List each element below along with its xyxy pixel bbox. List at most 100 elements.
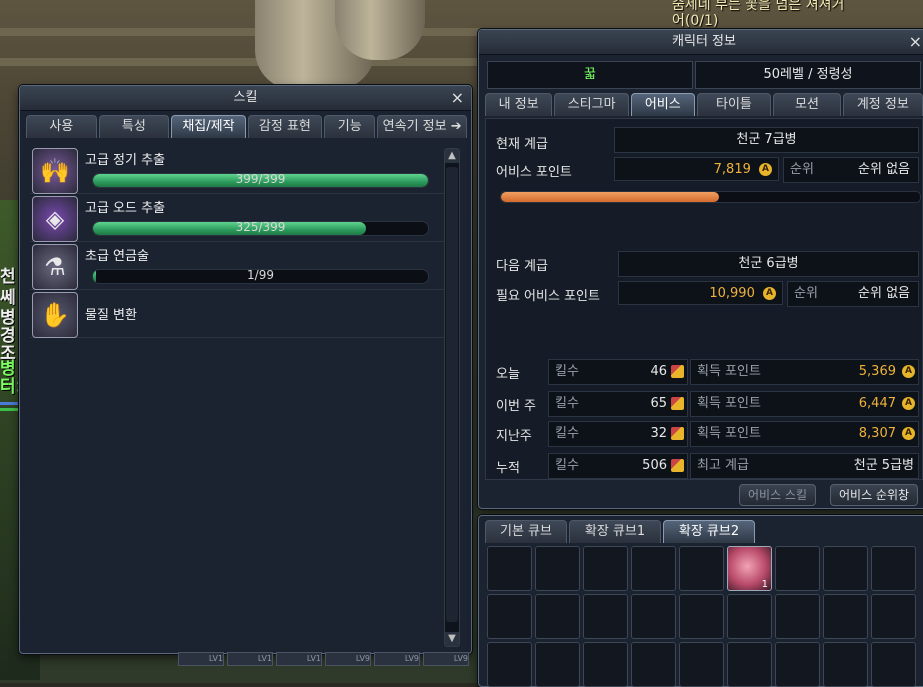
inventory-slot[interactable] (871, 594, 916, 639)
abyss-points-value: 7,819 (713, 162, 751, 177)
tab-basic-cube[interactable]: 기본 큐브 (485, 520, 567, 543)
skill-window-title: 스킬 (233, 90, 258, 105)
inventory-slot[interactable] (775, 594, 820, 639)
tab-gather-craft[interactable]: 채집/제작 (171, 115, 246, 138)
inventory-slot[interactable] (727, 594, 772, 639)
earned-points-value: 8,307 (858, 426, 896, 441)
class-level-row: 꿃 50레벨 / 정령성 (479, 55, 923, 89)
scroll-down-icon[interactable]: ▼ (445, 632, 459, 646)
inventory-slot[interactable] (535, 594, 580, 639)
close-icon[interactable]: × (451, 86, 464, 110)
kills-value: 506 (642, 458, 667, 473)
character-window-titlebar[interactable]: 캐릭터 정보 × (479, 30, 923, 55)
inventory-slot[interactable] (727, 642, 772, 687)
inventory-slot[interactable] (679, 642, 724, 687)
inventory-slot[interactable] (583, 642, 628, 687)
skill-row[interactable]: ✋ 물질 변환 (30, 290, 460, 338)
inventory-slot[interactable] (679, 594, 724, 639)
skill-progress-text: 325/399 (235, 221, 286, 234)
skill-row[interactable]: ⚗ 초급 연금술 1/99 (30, 242, 460, 290)
earned-points-box: 획득 포인트 8,307 A (690, 421, 919, 447)
inventory-slot[interactable] (535, 546, 580, 591)
abyss-points-box: 7,819 A (614, 157, 779, 181)
skill-scrollbar[interactable]: ▲ ▼ (444, 148, 460, 647)
inventory-slot[interactable] (823, 594, 868, 639)
skill-progress-bar: 399/399 (92, 173, 429, 188)
abyss-panel: 현재 계급 천군 7급병 어비스 포인트 7,819 A 순위 순위 없음 다음… (485, 118, 923, 480)
inventory-slot[interactable] (775, 642, 820, 687)
quickbar-slot[interactable]: LV9 (423, 652, 469, 666)
scroll-up-icon[interactable]: ▲ (445, 149, 459, 163)
quickbar-slot[interactable]: LV1 (178, 652, 224, 666)
quickbar-slot[interactable]: LV1 (276, 652, 322, 666)
inventory-slot[interactable] (775, 546, 820, 591)
skill-row[interactable]: 🙌 고급 정기 추출 399/399 (30, 146, 460, 194)
material-transform-icon[interactable]: ✋ (32, 292, 78, 338)
quickbar-slot[interactable]: LV9 (325, 652, 371, 666)
inventory-slot[interactable] (487, 594, 532, 639)
tab-title[interactable]: 타이틀 (696, 93, 772, 116)
required-points-value: 10,990 (709, 286, 755, 301)
character-info-window: 캐릭터 정보 × 꿃 50레벨 / 정령성 내 정보 스티그마 어비스 타이틀 … (478, 29, 923, 509)
tab-motion[interactable]: 모션 (773, 93, 841, 116)
skill-progress-bar: 325/399 (92, 221, 429, 236)
tab-use[interactable]: 사용 (26, 115, 97, 138)
inventory-slot[interactable] (631, 642, 676, 687)
tab-extended-cube-2[interactable]: 확장 큐브2 (663, 520, 755, 543)
earned-points-label: 획득 포인트 (697, 426, 761, 441)
tab-emotes[interactable]: 감정 표현 (247, 115, 323, 138)
kills-box: 킬수 32 (548, 421, 688, 447)
inventory-slot[interactable] (679, 546, 724, 591)
tab-extended-cube-1[interactable]: 확장 큐브1 (569, 520, 661, 543)
best-rank-box: 최고 계급 천군 5급병 (690, 453, 919, 479)
character-tabs: 내 정보 스티그마 어비스 타이틀 모션 계정 정보 (479, 89, 923, 116)
close-icon[interactable]: × (909, 30, 922, 54)
inventory-slot[interactable] (535, 642, 580, 687)
kill-icon (671, 365, 684, 378)
aether-crystal-icon[interactable]: ◈ (32, 196, 78, 242)
hands-essence-icon[interactable]: 🙌 (32, 148, 78, 194)
skill-progress-bar: 1/99 (92, 269, 429, 284)
tab-combo-info[interactable]: 연속기 정보 ➔ (377, 115, 467, 138)
inventory-slot[interactable] (823, 546, 868, 591)
tab-account-info[interactable]: 계정 정보 (842, 93, 923, 116)
tab-traits[interactable]: 특성 (98, 115, 170, 138)
tab-my-info[interactable]: 내 정보 (485, 93, 553, 116)
inventory-slot[interactable] (487, 546, 532, 591)
rank-value: 순위 없음 (858, 162, 910, 177)
abyss-points-label: 어비스 포인트 (496, 165, 572, 180)
quest-tracker-progress: 어(0/1) (672, 13, 719, 29)
inventory-slot[interactable] (631, 546, 676, 591)
skill-progress-text: 1/99 (247, 269, 274, 282)
inventory-slot[interactable] (583, 594, 628, 639)
cube-tabs: 기본 큐브 확장 큐브1 확장 큐브2 (479, 516, 923, 543)
abyss-ranking-button[interactable]: 어비스 순위창 (830, 484, 919, 506)
scroll-thumb[interactable] (446, 167, 458, 622)
inventory-slot[interactable] (871, 546, 916, 591)
tab-functions[interactable]: 기능 (324, 115, 376, 138)
kill-icon (671, 459, 684, 472)
tab-abyss[interactable]: 어비스 (631, 93, 695, 116)
required-points-label: 필요 어비스 포인트 (496, 289, 600, 304)
kills-value: 65 (650, 396, 667, 411)
arrow-right-icon: ➔ (450, 119, 462, 134)
inventory-slot[interactable] (487, 642, 532, 687)
inventory-slot[interactable] (823, 642, 868, 687)
alchemy-flask-icon[interactable]: ⚗ (32, 244, 78, 290)
quickbar-slot[interactable]: LV1 (227, 652, 273, 666)
stats-period-label: 오늘 (496, 367, 520, 382)
abyss-skill-button[interactable]: 어비스 스킬 (739, 484, 817, 506)
skill-window: 스킬 × 사용 특성 채집/제작 감정 표현 기능 연속기 정보 ➔ 🙌 고급 정… (19, 85, 472, 654)
inventory-slot[interactable] (871, 642, 916, 687)
skill-window-titlebar[interactable]: 스킬 × (20, 86, 471, 111)
best-rank-value: 천군 5급병 (853, 458, 914, 473)
skill-row[interactable]: ◈ 고급 오드 추출 325/399 (30, 194, 460, 242)
inventory-slot[interactable] (583, 546, 628, 591)
tab-stigma[interactable]: 스티그마 (554, 93, 630, 116)
inventory-item-crystal-icon[interactable]: 1 (727, 546, 772, 591)
quickbar-slot[interactable]: LV9 (374, 652, 420, 666)
inventory-cube-window: 기본 큐브 확장 큐브1 확장 큐브2 1 (478, 515, 923, 687)
kills-label: 킬수 (555, 458, 579, 473)
inventory-slot[interactable] (631, 594, 676, 639)
class-name: 꿃 (487, 61, 694, 89)
